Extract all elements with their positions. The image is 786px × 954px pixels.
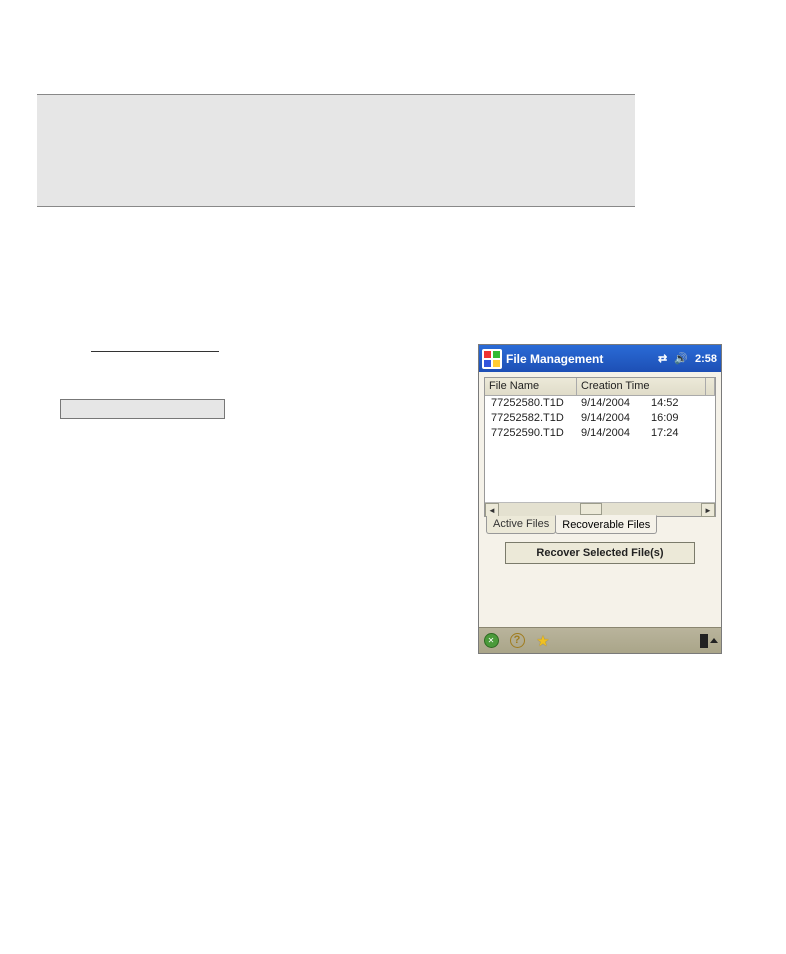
- keyboard-icon[interactable]: [701, 633, 717, 649]
- header-creation-time[interactable]: Creation Time: [577, 378, 706, 396]
- cell-file-name: 77252590.T1D: [485, 426, 577, 441]
- speaker-icon[interactable]: 🔊: [674, 352, 688, 365]
- file-list[interactable]: File Name Creation Time 77252580.T1D 9/1…: [484, 377, 716, 517]
- horizontal-scrollbar[interactable]: ◄ ►: [485, 502, 715, 516]
- table-row[interactable]: 77252580.T1D 9/14/2004 14:52: [485, 396, 715, 411]
- close-icon[interactable]: [483, 633, 499, 649]
- scroll-right-button[interactable]: ►: [701, 503, 715, 517]
- table-row[interactable]: 77252590.T1D 9/14/2004 17:24: [485, 426, 715, 441]
- cell-file-name: 77252580.T1D: [485, 396, 577, 411]
- cell-creation-time: 9/14/2004 17:24: [577, 426, 707, 441]
- connectivity-icon[interactable]: ⇄: [658, 352, 667, 365]
- header-extra[interactable]: [706, 378, 715, 396]
- list-body[interactable]: 77252580.T1D 9/14/2004 14:52 77252582.T1…: [485, 396, 715, 502]
- page-gray-band: [37, 94, 635, 207]
- tab-strip: Active Files Recoverable Files: [484, 516, 716, 534]
- list-header-row: File Name Creation Time: [485, 378, 715, 396]
- recover-selected-button[interactable]: Recover Selected File(s): [505, 542, 695, 564]
- cell-file-name: 77252582.T1D: [485, 411, 577, 426]
- windows-start-icon[interactable]: [482, 349, 502, 369]
- page-gray-box: [60, 399, 225, 419]
- clock-text[interactable]: 2:58: [695, 353, 717, 365]
- title-bar: File Management ⇄ 🔊 2:58: [479, 345, 721, 372]
- cell-creation-time: 9/14/2004 14:52: [577, 396, 707, 411]
- tab-recoverable-files[interactable]: Recoverable Files: [555, 515, 657, 534]
- cell-extra: [707, 396, 715, 411]
- page-underline: [91, 351, 219, 352]
- cell-extra: [707, 411, 715, 426]
- cell-extra: [707, 426, 715, 441]
- scroll-left-button[interactable]: ◄: [485, 503, 499, 517]
- star-icon[interactable]: ★: [535, 633, 551, 649]
- cell-creation-time: 9/14/2004 16:09: [577, 411, 707, 426]
- tab-active-files[interactable]: Active Files: [486, 516, 556, 534]
- table-row[interactable]: 77252582.T1D 9/14/2004 16:09: [485, 411, 715, 426]
- content-area: File Name Creation Time 77252580.T1D 9/1…: [479, 372, 721, 627]
- pda-window: File Management ⇄ 🔊 2:58 File Name Creat…: [478, 344, 722, 654]
- header-file-name[interactable]: File Name: [485, 378, 577, 396]
- scroll-thumb[interactable]: [580, 503, 602, 515]
- bottom-toolbar: ? ★: [479, 627, 721, 653]
- app-title: File Management: [506, 352, 603, 366]
- help-icon[interactable]: ?: [509, 633, 525, 649]
